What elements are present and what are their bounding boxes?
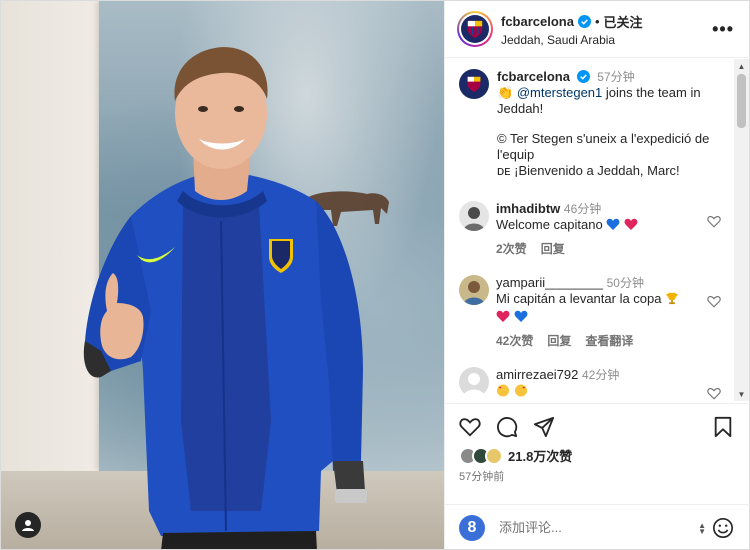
emoji-icon[interactable] (712, 517, 734, 539)
caption-username[interactable]: fcbarcelona (497, 69, 570, 84)
verified-badge-icon (576, 70, 590, 83)
more-options-icon[interactable]: ••• (712, 19, 734, 40)
player-figure (83, 47, 367, 549)
comment-text: Mi capitán a levantar la copa (496, 291, 662, 306)
bookmark-icon[interactable] (712, 416, 734, 438)
clap-emoji: 👏 (497, 85, 514, 100)
liker-avatar (485, 446, 503, 465)
commenter-avatar[interactable] (459, 367, 489, 397)
scroll-down-arrow-icon[interactable]: ▼ (734, 387, 749, 401)
following-button[interactable]: 已关注 (604, 12, 643, 31)
trophy-icon (666, 292, 678, 305)
comment-username[interactable]: amirrezaei792 (496, 367, 578, 382)
comment-text: Welcome capitano (496, 217, 603, 232)
scrollbar-thumb[interactable] (737, 74, 746, 128)
commenter-avatar[interactable] (459, 275, 489, 305)
blue-heart-icon (514, 310, 528, 322)
current-user-avatar: 8 (459, 514, 485, 541)
account-avatar[interactable] (457, 11, 493, 47)
reply-button[interactable]: 回复 (547, 333, 571, 349)
verified-badge-icon (577, 14, 591, 28)
add-comment-input[interactable] (499, 520, 669, 535)
reply-button[interactable]: 回复 (541, 241, 565, 257)
caption-line-3: ¡Bienvenido a Jeddah, Marc! (514, 163, 680, 178)
post-photo[interactable] (1, 1, 444, 549)
like-comment-icon[interactable] (707, 215, 721, 228)
comment-time: 50分钟 (606, 276, 644, 290)
post-window: fcbarcelona • 已关注 Jeddah, Saudi Arabia •… (0, 0, 750, 550)
blue-heart-icon (606, 218, 620, 230)
caption-line-3-prefix: ᴅᴇ (497, 163, 511, 178)
add-comment-bar: 8 ▲▼ (445, 504, 750, 550)
caption-avatar[interactable] (459, 69, 489, 99)
red-heart-icon (624, 218, 638, 230)
post-actions: 21.8万次赞 57分钟前 8 ▲▼ (445, 403, 750, 549)
heart-eyes-emoji-icon (496, 384, 510, 397)
post-header: fcbarcelona • 已关注 Jeddah, Saudi Arabia •… (445, 1, 750, 58)
textarea-resize-icon: ▲ ▼ (698, 521, 706, 536)
comment-item: imhadibtw 46分钟 Welcome capitano 2次赞 回复 (445, 201, 735, 257)
likes-count[interactable]: 21.8万次赞 (508, 446, 572, 465)
comment-time: 46分钟 (563, 202, 602, 216)
red-heart-icon (496, 310, 510, 322)
comments-scrollbar[interactable]: ▲ ▼ (734, 59, 749, 401)
comment-item: amirrezaei792 42分钟 (445, 367, 735, 400)
likes-summary[interactable]: 21.8万次赞 (459, 446, 572, 465)
separator-dot: • (594, 13, 600, 29)
comment-username[interactable]: imhadibtw (496, 201, 560, 216)
tagged-user-icon[interactable] (15, 512, 41, 538)
comment-time: 42分钟 (582, 368, 620, 382)
commenter-avatar[interactable] (459, 201, 489, 231)
scroll-up-arrow-icon[interactable]: ▲ (734, 59, 749, 73)
post-location[interactable]: Jeddah, Saudi Arabia (501, 33, 643, 47)
comment-item: yamparii________ 50分钟 Mi capitán a levan… (445, 275, 735, 349)
comments-scroll-area[interactable]: fcbarcelona 57分钟 👏 @mterstegen1 joins th… (445, 59, 735, 401)
account-username[interactable]: fcbarcelona (501, 14, 574, 29)
like-comment-icon[interactable] (707, 387, 721, 400)
share-icon[interactable] (533, 416, 555, 438)
post-side-panel: fcbarcelona • 已关注 Jeddah, Saudi Arabia •… (444, 1, 750, 549)
see-translation-button[interactable]: 查看翻译 (585, 333, 633, 349)
caption-line-2: © Ter Stegen s'uneix a l'expedició de l'… (497, 131, 710, 162)
heart-icon[interactable] (459, 416, 481, 438)
comment-username[interactable]: yamparii________ (496, 275, 603, 290)
heart-eyes-emoji-icon (514, 384, 527, 397)
like-comment-icon[interactable] (707, 295, 721, 308)
fcb-crest-icon (467, 76, 481, 92)
post-timestamp: 57分钟前 (459, 471, 505, 483)
mention-link[interactable]: @mterstegen1 (517, 85, 602, 100)
post-caption: fcbarcelona 57分钟 👏 @mterstegen1 joins th… (445, 59, 735, 179)
fcb-crest-icon (467, 20, 483, 38)
comment-likes[interactable]: 42次赞 (496, 333, 533, 349)
caption-time: 57分钟 (597, 70, 635, 84)
comment-likes[interactable]: 2次赞 (496, 241, 527, 257)
comment-icon[interactable] (496, 416, 518, 438)
